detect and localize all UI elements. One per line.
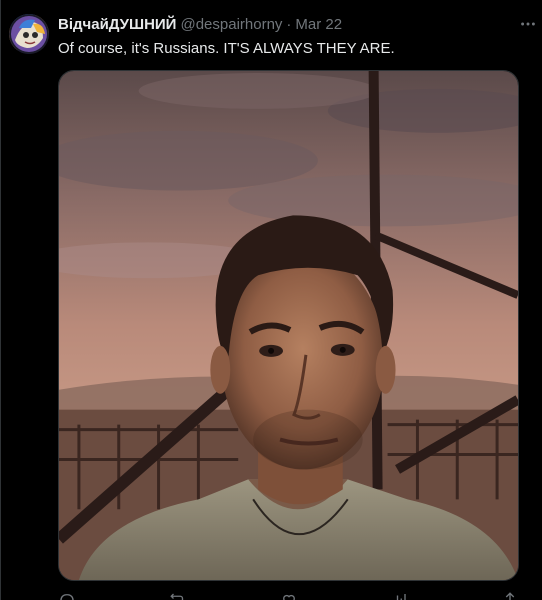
tweet-date[interactable]: Mar 22 xyxy=(295,16,342,34)
more-icon[interactable] xyxy=(518,14,538,34)
tweet-text: Of course, it's Russians. IT'S ALWAYS TH… xyxy=(58,40,395,57)
avatar[interactable] xyxy=(9,14,49,54)
separator-dot: · xyxy=(286,16,292,33)
like-icon[interactable] xyxy=(280,591,298,600)
tweet-card[interactable]: ВідчайДУШНИЙ @despairhorny · Mar 22 Of c… xyxy=(0,0,542,600)
display-name[interactable]: ВідчайДУШНИЙ xyxy=(58,16,176,34)
photo-media xyxy=(59,71,518,580)
user-handle[interactable]: @despairhorny xyxy=(180,16,282,34)
reply-icon[interactable] xyxy=(58,591,76,600)
tweet-actions xyxy=(58,591,519,600)
views-icon[interactable] xyxy=(390,591,408,600)
repost-icon[interactable] xyxy=(169,591,187,600)
share-icon[interactable] xyxy=(501,591,519,600)
tweet-header: ВідчайДУШНИЙ @despairhorny · Mar 22 xyxy=(58,16,342,34)
avatar-image-icon xyxy=(9,14,49,54)
tweet-photo[interactable] xyxy=(58,70,519,581)
